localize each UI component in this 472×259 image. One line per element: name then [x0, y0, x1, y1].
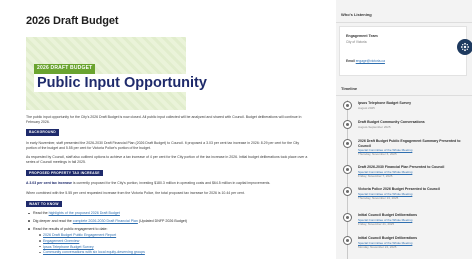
timeline-item-date: Thursday, November 13, 2025 [358, 195, 399, 200]
team-org: City of Victoria [346, 40, 367, 44]
city-logo-icon [457, 39, 472, 55]
bullet-text: Read the results of public engagement to… [33, 227, 108, 232]
bullet-text-suffix: (Updated DNFP 2026 Budget) [137, 219, 187, 224]
proposed-paragraph-2: When combined with the 5.55 per cent req… [26, 191, 245, 196]
list-item: Dig deeper and read the complete 2026-20… [26, 219, 309, 224]
timeline-item-date: Thursday, November 6, 2025 [358, 152, 397, 157]
timeline-dot-icon [343, 236, 352, 245]
background-paragraph-1: In early November, staff presented the 2… [26, 140, 300, 150]
email-label: Email [346, 59, 355, 63]
timeline-dot-icon [343, 165, 352, 174]
team-name: Engagement Team [346, 34, 378, 38]
want-to-know-section-tag: WANT TO KNOW [26, 200, 62, 208]
timeline-dot-icon [343, 120, 352, 129]
financial-plan-link[interactable]: complete 2026-2030 Draft Financial Plan [73, 219, 138, 223]
timeline-dot-icon [343, 213, 352, 222]
list-item: Engagement Overview [33, 239, 309, 244]
timeline-dot-icon [343, 101, 352, 110]
banner-headline: Public Input Opportunity [34, 73, 209, 92]
whos-listening-heading: Who's Listening [341, 12, 372, 17]
timeline-dot-icon [343, 187, 352, 196]
list-item: 2026 Draft Budget Public Engagement Repo… [33, 233, 309, 238]
timeline-item-date: August-September 2025 [358, 124, 391, 129]
timeline-item-title: 2026 Draft Budget Public Engagement Summ… [358, 139, 461, 148]
proposed-increase-section-tag: PROPOSED PROPERTY TAX INCREASE [26, 169, 103, 177]
bullet-text: Read the [33, 211, 49, 216]
timeline-item-date: Friday, November 7, 2025 [358, 173, 393, 178]
sidebar: Who's Listening Engagement Team City of … [336, 0, 472, 259]
list-item: Community conversations with six local e… [33, 250, 309, 255]
page: 2026 Draft Budget 2026 DRAFT BUDGET Publ… [0, 0, 472, 259]
background-paragraph-2: As requested by Council, staff also outl… [26, 155, 308, 165]
bullet-text: Dig deeper and read the [33, 219, 73, 224]
engagement-overview-link[interactable]: Engagement Overview [43, 239, 79, 243]
list-item: Ipsos Telephone Budget Survey [33, 245, 309, 250]
timeline-item-date: August 2025 [358, 105, 375, 110]
engagement-report-link[interactable]: 2026 Draft Budget Public Engagement Repo… [43, 233, 116, 237]
intro-paragraph: The public input opportunity for the Cit… [26, 115, 309, 124]
contact-email: Email engage@victoria.ca [346, 59, 385, 63]
want-to-know-list: Read the highlights of the proposed 2026… [26, 211, 309, 255]
timeline-item-date: Friday, November 21, 2025 [358, 221, 395, 226]
proposed-paragraph-1: A 3.03 per cent tax increase is currentl… [26, 181, 309, 186]
engagement-results-sublist: 2026 Draft Budget Public Engagement Repo… [33, 233, 309, 255]
list-item: Read the highlights of the proposed 2026… [26, 211, 309, 216]
timeline-heading: Timeline [341, 86, 358, 91]
telephone-survey-link[interactable]: Ipsos Telephone Budget Survey [43, 245, 94, 249]
email-link[interactable]: engage@victoria.ca [356, 59, 385, 63]
proposed-increase-rest: is currently proposed for the City's por… [71, 181, 271, 186]
main-content: 2026 Draft Budget 2026 DRAFT BUDGET Publ… [26, 14, 309, 255]
timeline-dot-icon [343, 139, 352, 148]
divider [336, 95, 472, 96]
contact-card: Engagement Team City of Victoria Email e… [339, 26, 472, 76]
intro-text: The public input opportunity for the Cit… [26, 114, 245, 119]
hero-banner: 2026 DRAFT BUDGET Public Input Opportuni… [26, 36, 209, 110]
page-title: 2026 Draft Budget [26, 15, 119, 27]
background-section-tag: BACKGROUND [26, 129, 59, 136]
community-conversations-link[interactable]: Community conversations with six local e… [43, 250, 145, 254]
list-item: Read the results of public engagement to… [26, 227, 309, 255]
timeline-item-date: Monday, November 24, 2025 [358, 244, 397, 249]
proposed-increase-strong: A 3.03 per cent tax increase [26, 181, 72, 186]
divider [336, 22, 472, 23]
highlights-link[interactable]: highlights of the proposed 2026 Draft Bu… [49, 211, 120, 215]
banner-tag: 2026 DRAFT BUDGET [34, 63, 96, 74]
